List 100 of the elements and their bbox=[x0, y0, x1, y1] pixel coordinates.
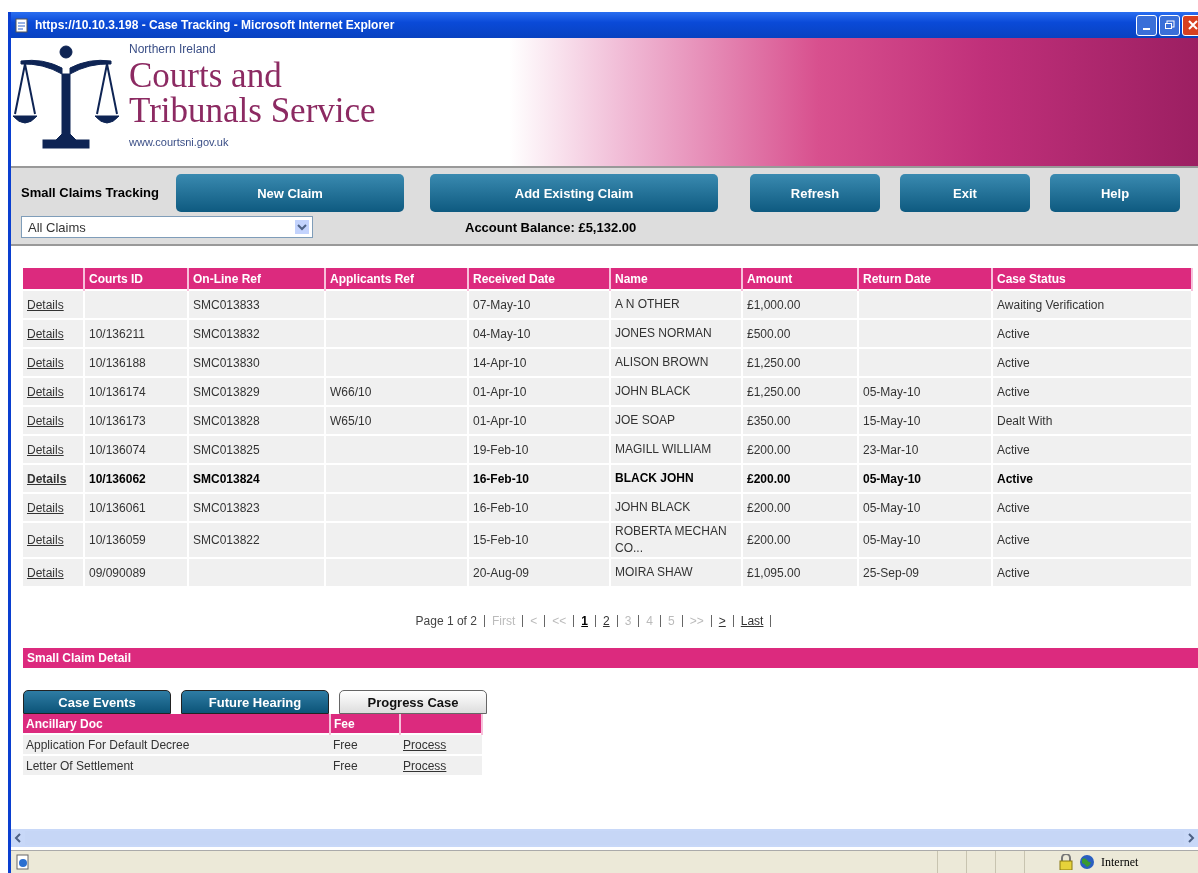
table-cell: SMC013823 bbox=[193, 500, 260, 515]
table-cell: 16-Feb-10 bbox=[473, 471, 530, 486]
table-cell: 07-May-10 bbox=[473, 297, 531, 312]
toolbar-button[interactable]: Refresh bbox=[750, 174, 880, 212]
table-cell: SMC013833 bbox=[193, 297, 260, 312]
table-cell: Active bbox=[997, 500, 1030, 515]
pager-link[interactable]: Last bbox=[740, 614, 764, 628]
column-header: Courts ID bbox=[84, 268, 188, 290]
claim-row[interactable]: Details 10/136061 SMC013823 16-Feb-10 JOHN BLACK £200.00 05-May-10 Active bbox=[23, 493, 1192, 522]
table-cell: JOHN BLACK bbox=[615, 500, 691, 514]
table-cell: £1,000.00 bbox=[747, 297, 801, 312]
table-cell: 10/136062 bbox=[89, 471, 146, 486]
app-title: Small Claims Tracking bbox=[21, 185, 160, 201]
table-cell: Active bbox=[997, 384, 1030, 399]
table-cell: JOE SOAP bbox=[615, 413, 676, 427]
table-cell: 01-Apr-10 bbox=[473, 384, 527, 399]
table-cell: 09/090089 bbox=[89, 565, 146, 580]
table-cell: Free bbox=[333, 758, 358, 773]
table-cell: JOHN BLACK bbox=[615, 384, 691, 398]
table-cell: Application For Default Decree bbox=[26, 737, 190, 752]
claim-row[interactable]: Details 10/136173 SMC013828 W65/10 01-Apr-10 JOE SOAP £350.00 15-May-10 Dealt With bbox=[23, 406, 1192, 435]
table-cell: 19-Feb-10 bbox=[473, 442, 529, 457]
table-cell: MAGILL WILLIAM bbox=[615, 442, 712, 456]
table-cell: SMC013822 bbox=[193, 533, 260, 547]
claim-row[interactable]: Details 09/090089 20-Aug-09 MOIRA SHAW £1,095.00 25-Sep-09 Active bbox=[23, 558, 1192, 586]
table-cell: £350.00 bbox=[747, 413, 791, 428]
table-cell: SMC013828 bbox=[193, 413, 260, 428]
table-cell: 10/136061 bbox=[89, 500, 146, 515]
table-cell: Active bbox=[997, 565, 1030, 580]
table-cell: £200.00 bbox=[747, 500, 791, 515]
table-cell: SMC013832 bbox=[193, 326, 260, 341]
section-title: Small Claim Detail bbox=[27, 651, 132, 665]
table-cell: Active bbox=[997, 471, 1034, 486]
column-header: Return Date bbox=[858, 268, 992, 290]
table-cell: A N OTHER bbox=[615, 297, 680, 311]
table-cell: £1,250.00 bbox=[747, 384, 801, 399]
table-cell: ROBERTA MECHAN CO... bbox=[615, 524, 727, 555]
table-cell: 14-Apr-10 bbox=[473, 355, 527, 370]
table-cell: Active bbox=[997, 442, 1030, 457]
table-cell: SMC013830 bbox=[193, 355, 260, 370]
table-cell: 25-Sep-09 bbox=[863, 565, 920, 580]
table-cell: Free bbox=[333, 737, 358, 752]
table-cell: JONES NORMAN bbox=[615, 326, 712, 340]
table-cell: 16-Feb-10 bbox=[473, 500, 529, 515]
table-cell: SMC013824 bbox=[193, 471, 260, 486]
table-cell: 05-May-10 bbox=[863, 500, 921, 515]
tab[interactable]: Future Hearing bbox=[181, 690, 329, 714]
table-cell: Awaiting Verification bbox=[997, 297, 1105, 312]
toolbar-button[interactable]: Help bbox=[1050, 174, 1180, 212]
region-label: Northern Ireland bbox=[129, 42, 217, 56]
table-cell: 10/136074 bbox=[89, 442, 146, 457]
table-cell: Active bbox=[997, 533, 1030, 547]
table-cell: Letter Of Settlement bbox=[26, 758, 134, 773]
toolbar-button[interactable]: New Claim bbox=[176, 174, 404, 212]
table-cell: 01-Apr-10 bbox=[473, 413, 527, 428]
security-zone: Internet bbox=[1101, 854, 1140, 870]
table-cell: 10/136174 bbox=[89, 384, 146, 399]
column-header: Name bbox=[610, 268, 742, 290]
tab[interactable]: Case Events bbox=[23, 690, 171, 714]
table-cell: Active bbox=[997, 355, 1030, 370]
claim-row[interactable]: Details SMC013833 07-May-10 A N OTHER £1,000.00 Awaiting Verification bbox=[23, 290, 1192, 319]
table-cell: Dealt With bbox=[997, 413, 1053, 428]
pager-link[interactable]: > bbox=[718, 614, 726, 628]
claim-row[interactable]: Details 10/136062 SMC013824 16-Feb-10 BLACK JOHN £200.00 05-May-10 Active bbox=[23, 464, 1192, 493]
claim-row[interactable]: Details 10/136174 SMC013829 W66/10 01-Apr-10 JOHN BLACK £1,250.00 05-May-10 Active bbox=[23, 377, 1192, 406]
column-header: Fee bbox=[330, 714, 400, 734]
tab[interactable]: Progress Case bbox=[339, 690, 487, 714]
column-header: On-Line Ref bbox=[188, 268, 325, 290]
toolbar-button[interactable]: Add Existing Claim bbox=[430, 174, 718, 212]
table-cell: Active bbox=[997, 326, 1030, 341]
claims-filter-dropdown[interactable]: All Claims bbox=[21, 216, 313, 238]
pager-link[interactable]: 1 bbox=[581, 614, 588, 628]
table-cell: SMC013829 bbox=[193, 384, 260, 399]
table-cell: 20-Aug-09 bbox=[473, 565, 530, 580]
toolbar-button[interactable]: Exit bbox=[900, 174, 1030, 212]
table-cell: 15-May-10 bbox=[863, 413, 921, 428]
table-cell: W66/10 bbox=[330, 384, 372, 399]
table-cell: BLACK JOHN bbox=[615, 471, 694, 485]
table-cell: £1,250.00 bbox=[747, 355, 801, 370]
table-cell: 10/136211 bbox=[89, 326, 145, 341]
pager-link[interactable]: 2 bbox=[603, 614, 610, 628]
window-title: https://10.10.3.198 - Case Tracking - Microsoft Internet Explorer bbox=[35, 18, 395, 32]
claim-row[interactable]: Details 10/136059 SMC013822 15-Feb-10 ROBERTA MECHAN CO... £200.00 05-May-10 Active bbox=[23, 522, 1192, 558]
table-cell: 05-May-10 bbox=[863, 384, 921, 399]
claim-row[interactable]: Details 10/136211 SMC013832 04-May-10 JONES NORMAN £500.00 Active bbox=[23, 319, 1192, 348]
table-cell: 23-Mar-10 bbox=[863, 442, 919, 457]
table-cell: £200.00 bbox=[747, 471, 791, 486]
website-address: www.courtsni.gov.uk bbox=[129, 136, 230, 148]
claim-row[interactable]: Details 10/136188 SMC013830 14-Apr-10 ALISON BROWN £1,250.00 Active bbox=[23, 348, 1192, 377]
table-cell: £500.00 bbox=[747, 326, 791, 341]
column-header: Amount bbox=[742, 268, 858, 290]
table-cell: 10/136059 bbox=[89, 533, 146, 547]
table-cell: £1,095.00 bbox=[747, 565, 801, 580]
claim-row[interactable]: Details 10/136074 SMC013825 19-Feb-10 MAGILL WILLIAM £200.00 23-Mar-10 Active bbox=[23, 435, 1192, 464]
table-cell: 04-May-10 bbox=[473, 326, 531, 341]
organisation-name: Courts and Tribunals Service bbox=[129, 58, 376, 128]
page-count: Page 1 of 2 bbox=[415, 614, 477, 628]
table-cell: 05-May-10 bbox=[863, 471, 922, 486]
column-header: Case Status bbox=[992, 268, 1192, 290]
table-cell: MOIRA SHAW bbox=[615, 565, 693, 579]
